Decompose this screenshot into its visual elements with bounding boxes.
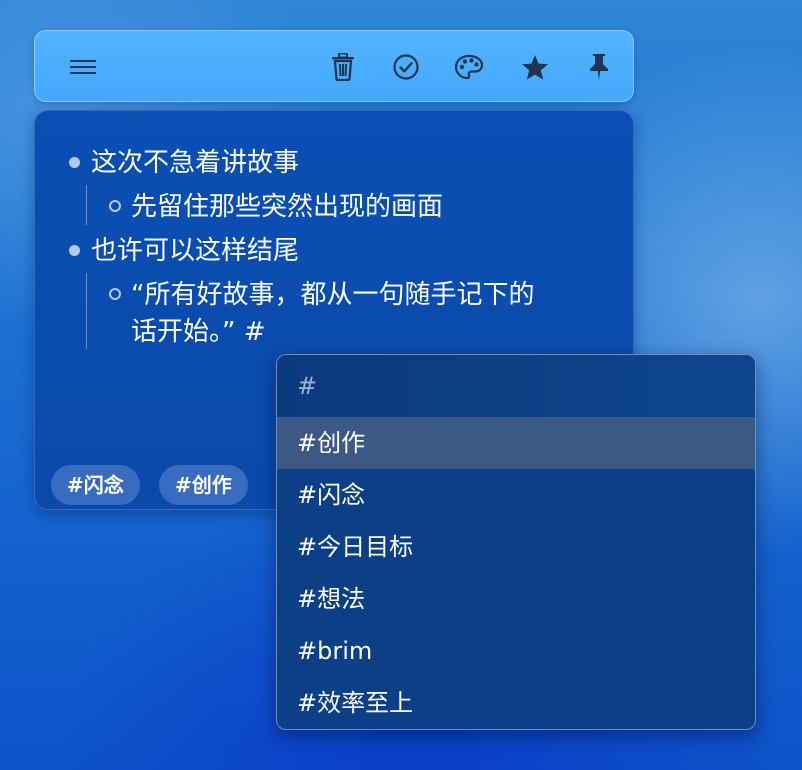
note-line[interactable]: 话开始。” # (131, 314, 266, 350)
bullet-dot (69, 157, 80, 168)
tag-autocomplete-dropdown: # #创作 #闪念 #今日目标 #想法 #brim #效率至上 (276, 354, 756, 730)
sub-bullet-circle (109, 200, 121, 212)
note-line[interactable]: “所有好故事，都从一句随手记下的 (131, 277, 534, 313)
color-button[interactable] (451, 49, 487, 85)
note-line[interactable]: 这次不急着讲故事 (91, 145, 299, 181)
tag-chip[interactable]: #闪念 (51, 465, 140, 505)
note-line[interactable]: 也许可以这样结尾 (91, 233, 299, 269)
menu-icon (70, 60, 96, 74)
tag-option[interactable]: #创作 (277, 417, 755, 469)
trash-icon (332, 53, 354, 81)
delete-button[interactable] (325, 49, 361, 85)
bullet-dot (69, 245, 80, 256)
note-toolbar (34, 30, 634, 102)
favorite-button[interactable] (517, 49, 553, 85)
tag-option[interactable]: #效率至上 (277, 677, 755, 729)
menu-button[interactable] (65, 49, 101, 85)
indent-guide (86, 185, 87, 225)
tag-chip[interactable]: #创作 (159, 465, 248, 505)
pin-icon (590, 54, 608, 80)
tag-option[interactable]: #今日目标 (277, 521, 755, 573)
palette-icon (454, 54, 484, 80)
note-line[interactable]: 先留住那些突然出现的画面 (131, 189, 443, 225)
complete-button[interactable] (388, 49, 424, 85)
tag-search-input[interactable]: # (277, 355, 755, 417)
tag-option[interactable]: #想法 (277, 573, 755, 625)
indent-guide (86, 273, 87, 349)
pin-button[interactable] (581, 49, 617, 85)
check-circle-icon (393, 54, 419, 80)
tag-option[interactable]: #brim (277, 625, 755, 677)
sub-bullet-circle (109, 288, 121, 300)
tag-option[interactable]: #闪念 (277, 469, 755, 521)
star-icon (522, 54, 548, 79)
